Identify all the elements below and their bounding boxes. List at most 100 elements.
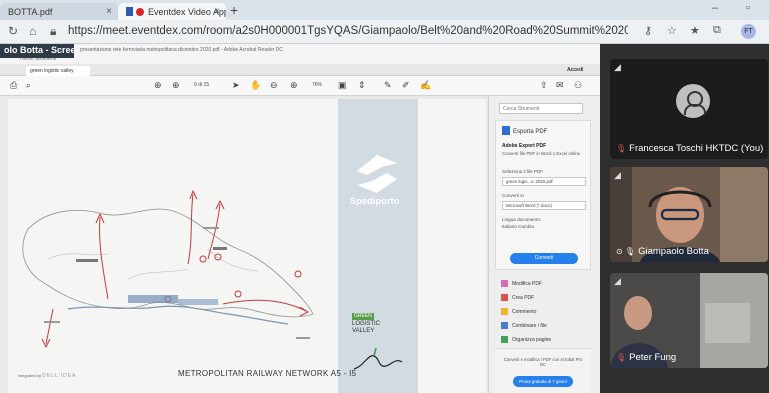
star-icon[interactable]: ☆ [667, 24, 677, 37]
select-file-label: Seleziona il file PDF [502, 169, 544, 174]
promo-text: Converti e modifica i PDF con Acrobat Pr… [503, 357, 583, 367]
reader-doc-tab: green logistic valley [26, 66, 90, 76]
reader-tabs: green logistic valley Accedi [0, 64, 600, 76]
convert-to-label: Converti in [502, 193, 524, 198]
reader-signin: Accedi [567, 67, 584, 73]
logistic-valley-text: LOGISTIC VALLEY [352, 321, 380, 335]
pin-icon[interactable]: ◢ [614, 276, 621, 287]
reader-tools-pane: Cerca Strumenti Esporta PDF Adobe Export… [488, 96, 600, 393]
convert-button: Converti [510, 253, 578, 264]
export-description: Converti file PDF in Word o Excel online [502, 151, 581, 156]
participant-tile[interactable]: ◢ ⊙ 🎙︎ Giampaolo Botta [610, 167, 768, 262]
promo-button: Prova gratuita di 7 giorni [513, 376, 573, 387]
credit-brand: DELL'IDEA [42, 373, 77, 379]
participant-avatar [676, 84, 710, 118]
credit-prefix: integrated by [18, 373, 42, 378]
tab-pdf[interactable]: BOTTA.pdf × [0, 3, 118, 20]
tool-label: Modifica PDF [512, 281, 543, 287]
tool-label: Organizza pagine [512, 337, 552, 343]
hand-icon: ✋ [250, 80, 262, 90]
tool-edit-pdf: Modifica PDF [501, 280, 542, 287]
tool-label: Combinare i file [512, 323, 547, 329]
share-icon: ⇪ [540, 80, 548, 90]
lang-value: Italiano Cambia [502, 224, 534, 229]
user-add-icon: ⚇ [574, 80, 583, 90]
reader-menu: Home Strumenti [0, 56, 600, 64]
reader-titlebar: presentazione rete ferroviaria metropoli… [0, 44, 600, 56]
key-icon[interactable]: ⚷ [644, 24, 652, 37]
profile-avatar[interactable]: FT [741, 24, 756, 39]
pin-icon[interactable]: ◢ [614, 170, 621, 181]
reader-toolbar: ⎙ ⌕ ⊕ ⊕ 9 di 15 ➤ ✋ ⊖ ⊕ 76% ▣ ⇕ ✎ ✐ ✍ ⇪ … [0, 76, 600, 96]
zoom-search-icon: ⌕ [26, 80, 32, 90]
home-icon[interactable]: ⌂ [29, 24, 36, 38]
file-field: green logis...ic 2020.pdf [502, 177, 586, 186]
print-icon: ⎙ [10, 80, 18, 90]
export-header: Esporta PDF [502, 126, 547, 135]
participant-name-text: Peter Fung [629, 352, 677, 363]
reader-zoom: 76% [312, 82, 323, 88]
create-pdf-icon [501, 294, 508, 301]
page-up-icon: ⊕ [154, 80, 162, 90]
address-bar: ↻ ⌂ 🔒︎ https://meet.eventdex.com/room/a2… [0, 20, 769, 44]
participant-name-text: Giampaolo Botta [638, 246, 709, 257]
participant-tile[interactable]: ◢ 🎙︎ Peter Fung [610, 273, 768, 368]
slide-logo-text: Spediporto [350, 196, 400, 206]
pdf-page: Spediporto GREEN LOGISTIC VALLEY integra… [8, 99, 486, 393]
restore-icon[interactable]: ▫ [746, 2, 750, 14]
export-pdf-card: Esporta PDF Adobe Export PDF Converti fi… [495, 120, 591, 270]
pin-icon[interactable]: ◢ [614, 62, 621, 73]
fit-icon: ▣ [338, 80, 347, 90]
participants-panel: ◢ 🎙︎ Francesca Toschi HKTDC (You) ◢ ⊙ 🎙︎ G… [600, 44, 769, 393]
tab-label: BOTTA.pdf [8, 7, 53, 17]
tool-combine: Combinare i file [501, 322, 547, 329]
screen-share-area: presentazione rete ferroviaria metropoli… [0, 44, 600, 393]
edit-pdf-icon [501, 280, 508, 287]
tab-eventdex[interactable]: Eventdex Video App × [118, 3, 226, 20]
valley-line: VALLEY [352, 328, 375, 334]
minimize-icon[interactable]: – [712, 2, 718, 14]
format-select: Microsoft Word (*.docx) [502, 201, 586, 210]
tool-comment: Commento [501, 308, 536, 315]
reload-icon[interactable]: ↻ [8, 24, 18, 38]
railway-network-map [22, 189, 314, 349]
slide-footer-title: METROPOLITAN RAILWAY NETWORK A5 - I5 [178, 369, 357, 378]
tool-label: Crea PDF [512, 295, 535, 301]
eventdex-favicon-icon [126, 7, 133, 16]
promo-box: Converti e modifica i PDF con Acrobat Pr… [495, 348, 591, 393]
zoom-out-icon: ⊖ [270, 80, 278, 90]
favorites-icon[interactable]: ★ [690, 24, 700, 37]
participant-tile[interactable]: ◢ 🎙︎ Francesca Toschi HKTDC (You) [610, 59, 768, 159]
tool-create-pdf: Crea PDF [501, 294, 534, 301]
participant-name-text: Francesca Toschi HKTDC (You) [629, 143, 764, 154]
scroll-icon: ⇕ [358, 80, 366, 90]
highlight-icon: ✐ [402, 80, 410, 90]
organize-icon [501, 336, 508, 343]
lock-icon[interactable]: 🔒︎ [50, 24, 56, 39]
page-down-icon: ⊕ [172, 80, 180, 90]
new-tab-icon[interactable]: + [230, 2, 238, 18]
export-subtitle: Adobe Export PDF [502, 143, 547, 149]
mic-muted-icon: ⊙ 🎙︎ [616, 247, 636, 256]
comment-icon: ✎ [384, 80, 392, 90]
mail-icon: ✉ [556, 80, 564, 90]
recording-icon [136, 8, 144, 16]
collections-icon[interactable]: ⧉ [713, 24, 721, 37]
url-field[interactable]: https://meet.eventdex.com/room/a2s0H0000… [68, 25, 628, 37]
logistic-line: LOGISTIC [352, 321, 381, 327]
green-badge: GREEN [352, 313, 374, 320]
mic-muted-icon: 🎙︎ [616, 353, 627, 362]
screen-share-title: olo Botta - Screen [0, 44, 74, 58]
close-tab-icon[interactable]: × [106, 6, 112, 17]
comment-tool-icon [501, 308, 508, 315]
participant-name: 🎙︎ Peter Fung [616, 352, 676, 363]
participant-name: ⊙ 🎙︎ Giampaolo Botta [616, 246, 709, 257]
zoom-in-icon: ⊕ [290, 80, 298, 90]
export-title: Esporta PDF [513, 129, 548, 135]
export-pdf-icon [502, 126, 510, 135]
tool-label: Commento [512, 309, 537, 315]
mic-muted-icon: 🎙︎ [616, 144, 627, 153]
close-tab-icon[interactable]: × [214, 6, 220, 17]
tool-organize: Organizza pagine [501, 336, 551, 343]
tools-search: Cerca Strumenti [499, 103, 583, 114]
